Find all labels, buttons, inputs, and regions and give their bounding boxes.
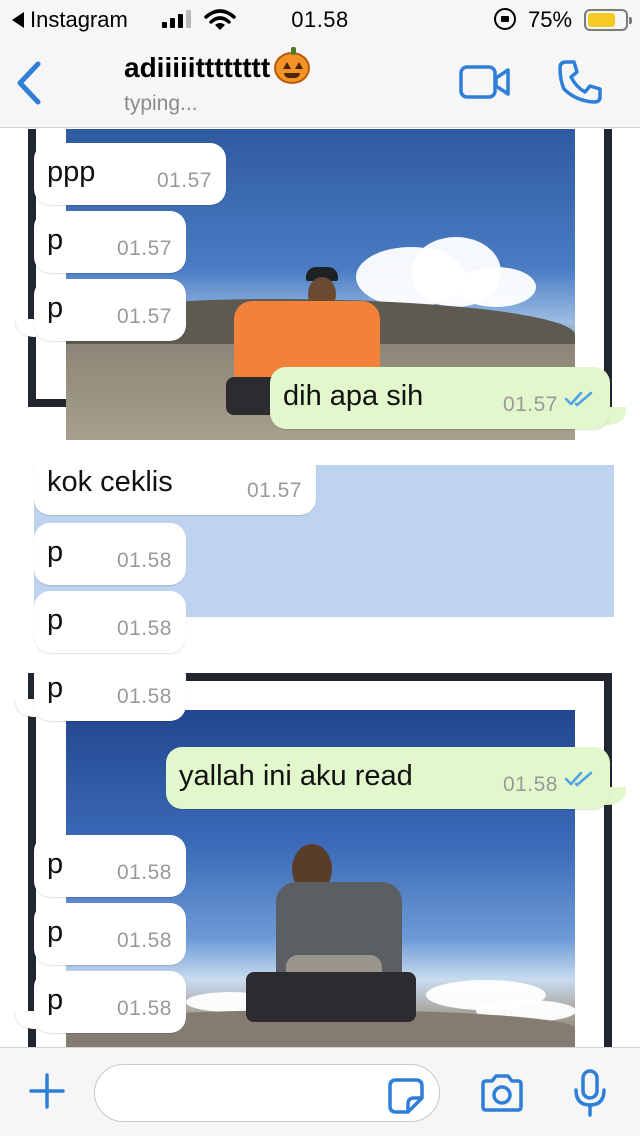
pumpkin-emoji-icon: [274, 47, 311, 84]
message-timestamp: 01.57: [156, 169, 212, 192]
contact-name[interactable]: adiiiiitttttttt: [124, 47, 311, 84]
plus-icon[interactable]: [28, 1072, 66, 1110]
chat-header: adiiiiitttttttt typing...: [0, 40, 640, 128]
message-timestamp: 01.57: [116, 237, 172, 260]
incoming-message-bubble[interactable]: kok ceklis 01.57: [34, 453, 316, 515]
message-text: p: [47, 536, 64, 568]
read-receipt-icon: [564, 382, 594, 415]
incoming-message-bubble[interactable]: p 01.58: [34, 835, 186, 897]
message-timestamp: 01.58: [116, 929, 172, 952]
incoming-message-bubble[interactable]: ppp 01.57: [34, 143, 226, 205]
battery-percentage: 75%: [528, 7, 573, 32]
video-call-icon[interactable]: [458, 64, 512, 100]
microphone-icon[interactable]: [572, 1068, 608, 1118]
message-text: ppp: [47, 156, 96, 188]
incoming-message-bubble[interactable]: p 01.58: [34, 591, 186, 653]
message-timestamp: 01.58: [502, 773, 558, 796]
message-text: p: [47, 916, 64, 948]
message-timestamp: 01.58: [116, 861, 172, 884]
message-timestamp: 01.58: [116, 549, 172, 572]
camera-icon[interactable]: [479, 1074, 525, 1112]
message-text: dih apa sih: [283, 380, 424, 412]
message-text: p: [47, 672, 64, 704]
contact-status: typing...: [124, 92, 198, 115]
incoming-message-bubble[interactable]: p 01.58: [34, 523, 186, 585]
message-timestamp: 01.57: [246, 479, 302, 502]
message-text: p: [47, 984, 64, 1016]
rotation-lock-icon: [494, 8, 516, 30]
back-chevron-icon[interactable]: [14, 60, 44, 106]
incoming-message-bubble[interactable]: p 01.58: [34, 659, 186, 721]
chat-area[interactable]: ppp 01.57 p 01.57 p 01.57 dih apa sih 01.57 kok …: [0, 129, 640, 1047]
incoming-message-bubble[interactable]: p 01.58: [34, 903, 186, 965]
phone-icon[interactable]: [556, 58, 604, 106]
incoming-message-bubble[interactable]: p 01.57: [34, 279, 186, 341]
incoming-message-bubble[interactable]: p 01.57: [34, 211, 186, 273]
read-receipt-icon: [564, 762, 594, 795]
incoming-message-bubble[interactable]: p 01.58: [34, 971, 186, 1033]
message-text: p: [47, 848, 64, 880]
outgoing-message-bubble[interactable]: dih apa sih 01.57: [270, 367, 610, 429]
outgoing-message-bubble[interactable]: yallah ini aku read 01.58: [166, 747, 610, 809]
message-timestamp: 01.58: [116, 997, 172, 1020]
message-text: p: [47, 292, 64, 324]
battery-icon: [584, 9, 632, 31]
message-timestamp: 01.58: [116, 685, 172, 708]
message-text: p: [47, 224, 64, 256]
message-timestamp: 01.57: [116, 305, 172, 328]
message-text: yallah ini aku read: [179, 760, 413, 792]
contact-name-text: adiiiiitttttttt: [124, 52, 271, 83]
message-timestamp: 01.57: [502, 393, 558, 416]
message-text: kok ceklis: [47, 466, 173, 498]
status-bar: Instagram 01.58 75%: [0, 0, 640, 40]
input-bar: [0, 1047, 640, 1136]
message-timestamp: 01.58: [116, 617, 172, 640]
sticker-icon[interactable]: [388, 1078, 424, 1114]
message-text: p: [47, 604, 64, 636]
